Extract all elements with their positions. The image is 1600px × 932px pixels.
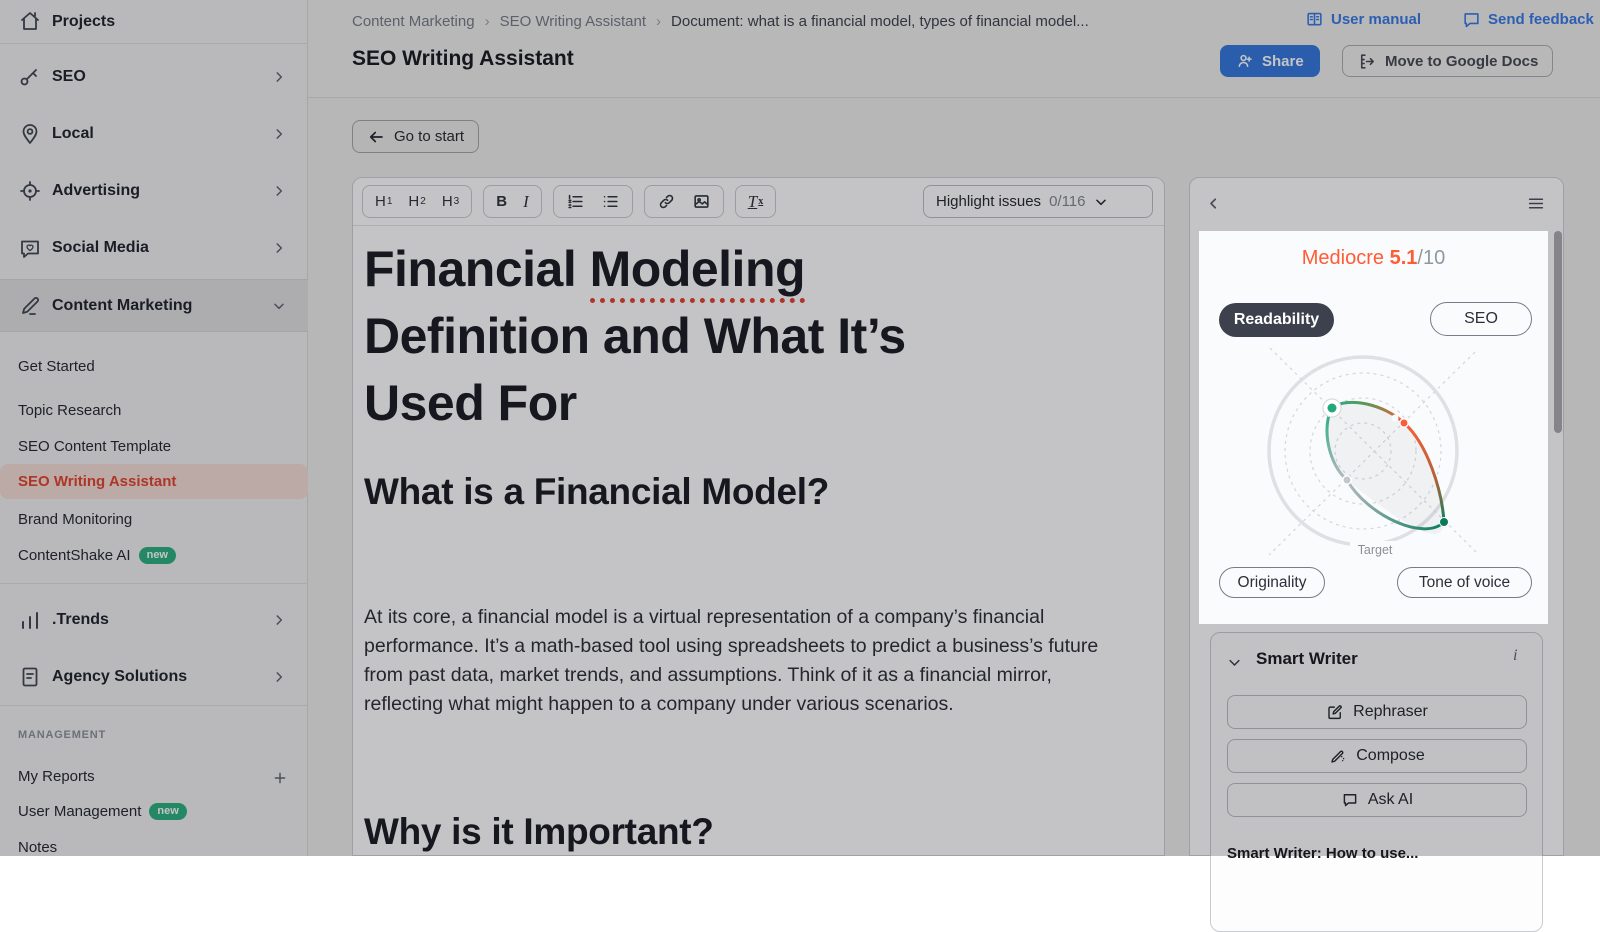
- originality-chip[interactable]: Originality: [1219, 567, 1325, 598]
- score-line: Mediocre 5.1/10: [1199, 247, 1548, 270]
- score-max: /10: [1417, 247, 1445, 269]
- tone-of-voice-chip[interactable]: Tone of voice: [1397, 567, 1532, 598]
- tone-point: [1440, 518, 1449, 527]
- seo-point: [1400, 419, 1408, 427]
- content-score-widget: Mediocre 5.1/10 Readability SEO: [1199, 231, 1548, 624]
- target-label: Target: [1350, 541, 1400, 559]
- originality-point: [1343, 476, 1351, 484]
- score-value: 5.1: [1390, 247, 1418, 269]
- score-gauge: [1199, 330, 1548, 565]
- score-rating-label: Mediocre: [1302, 247, 1384, 269]
